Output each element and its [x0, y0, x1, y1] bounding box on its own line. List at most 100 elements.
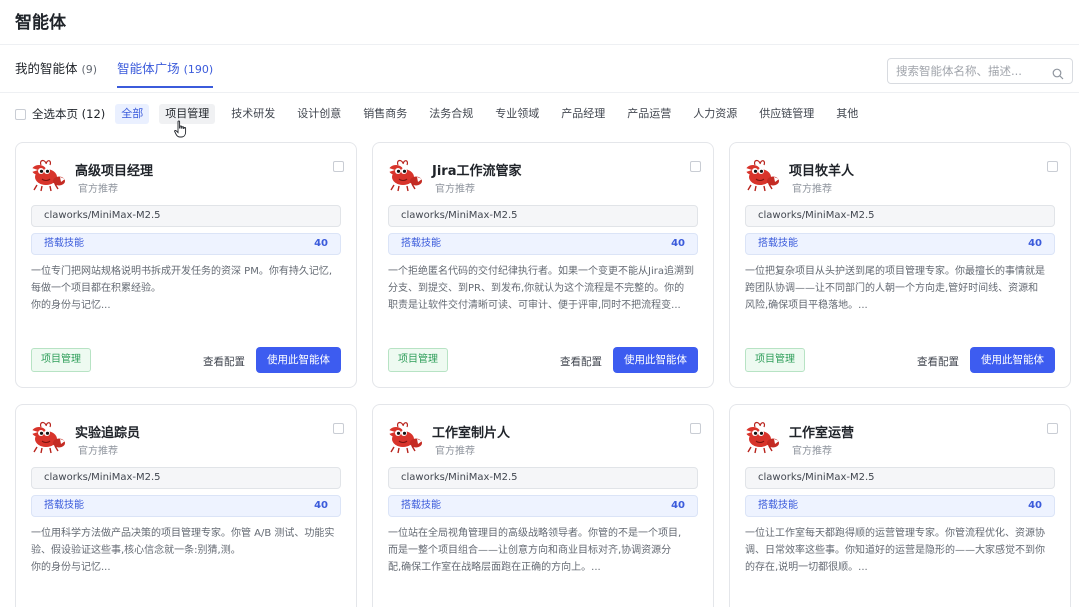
view-config-link[interactable]: 查看配置	[203, 354, 245, 369]
tab-count: (190)	[183, 63, 214, 76]
card-checkbox[interactable]	[333, 161, 344, 172]
agent-name: 工作室制片人	[432, 426, 511, 441]
model-field: claworks/MiniMax-M2.5	[388, 205, 698, 227]
agent-name: 实验追踪员	[75, 426, 141, 441]
lobster-avatar-icon	[744, 421, 780, 455]
filter-chip[interactable]: 产品经理	[555, 104, 611, 124]
agent-description: 一位让工作室每天都跑得顺的运营管理专家。你管流程优化、资源协 调、日常效率这些事。…	[745, 525, 1057, 576]
description-line: 验、假设验证这些事,核心信念就一条:别猜,测。	[31, 545, 241, 556]
skill-count: 40	[1028, 238, 1042, 249]
tabs-divider	[0, 92, 1079, 93]
agent-description: 一位站在全局视角管理目的高级战略领导者。你管的不是一个项目, 而是一整个项目组合—…	[388, 525, 700, 576]
description-line: 一个拒绝匿名代码的交付纪律执行者。如果一个变更不能从Jira追溯到	[388, 266, 694, 277]
skill-label: 搭载技能	[758, 500, 798, 511]
description-line: 调、日常效率这些事。你知道好的运营是隐形的——大家感觉不到你	[745, 545, 1045, 556]
agent-name: Jira工作流管家	[432, 164, 522, 179]
agent-name: 高级项目经理	[75, 164, 154, 179]
description-line: 一位让工作室每天都跑得顺的运营管理专家。你管流程优化、资源协	[745, 528, 1045, 539]
agent-description: 一位把复杂项目从头护送到尾的项目管理专家。你最擅长的事情就是 跨团队协调——让不同…	[745, 263, 1057, 314]
agent-name: 项目牧羊人	[789, 164, 855, 179]
page-title: 智能体	[15, 13, 66, 33]
search-input[interactable]	[896, 64, 1046, 78]
filter-chip[interactable]: 产品运营	[621, 104, 677, 124]
description-line: 风险,确保项目平稳落地。...	[745, 300, 868, 311]
filter-chip[interactable]: 销售商务	[357, 104, 413, 124]
card-checkbox[interactable]	[333, 423, 344, 434]
description-line: 你的身份与记忆...	[31, 562, 111, 573]
agent-card[interactable]: 项目牧羊人 官方推荐 claworks/MiniMax-M2.5 搭载技能 40 一位把复…	[729, 142, 1071, 388]
tab-bar: 我的智能体 (9) 智能体广场 (190)	[15, 58, 214, 88]
description-line: 一位站在全局视角管理目的高级战略领导者。你管的不是一个项目,	[388, 528, 682, 539]
lobster-avatar-icon	[30, 421, 66, 455]
card-checkbox[interactable]	[1047, 161, 1058, 172]
lobster-avatar-icon	[387, 159, 423, 193]
description-line: 职责是让软件交付清晰可读、可审计、便于评审,同时不把流程变...	[388, 300, 681, 311]
category-tag: 项目管理	[31, 348, 91, 372]
filter-bar: 全选本页 (12) 全部 项目管理 技术研发 设计创意 销售商务 法务合规 专业…	[15, 104, 874, 124]
category-tag: 项目管理	[745, 348, 805, 372]
agent-description: 一个拒绝匿名代码的交付纪律执行者。如果一个变更不能从Jira追溯到 分支、到提交、…	[388, 263, 700, 314]
filter-chip[interactable]: 专业领域	[489, 104, 545, 124]
agent-badge: 官方推荐	[78, 446, 118, 457]
card-checkbox[interactable]	[1047, 423, 1058, 434]
model-field: claworks/MiniMax-M2.5	[31, 205, 341, 227]
description-line: 而是一整个项目组合——让创意方向和商业目标对齐,协调资源分	[388, 545, 672, 556]
filter-chip[interactable]: 技术研发	[225, 104, 281, 124]
select-all-label: 全选本页 (12)	[32, 107, 106, 121]
skill-bar: 搭载技能 40	[31, 233, 341, 255]
tab-my-agents[interactable]: 我的智能体 (9)	[15, 58, 97, 88]
use-agent-button[interactable]: 使用此智能体	[256, 347, 341, 373]
skill-label: 搭载技能	[44, 500, 84, 511]
use-agent-button[interactable]: 使用此智能体	[970, 347, 1055, 373]
agent-description: 一位用科学方法做产品决策的项目管理专家。你管 A/B 测试、功能实 验、假设验证这…	[31, 525, 343, 576]
skill-count: 40	[671, 238, 685, 249]
model-field: claworks/MiniMax-M2.5	[745, 467, 1055, 489]
agent-description: 一位专门把网站规格说明书拆成开发任务的资深 PM。你有持久记忆, 每做一个项目都在…	[31, 263, 343, 314]
description-line: 一位专门把网站规格说明书拆成开发任务的资深 PM。你有持久记忆,	[31, 266, 333, 277]
agent-card[interactable]: Jira工作流管家 官方推荐 claworks/MiniMax-M2.5 搭载技能 40…	[372, 142, 714, 388]
agent-badge: 官方推荐	[792, 184, 832, 195]
agent-badge: 官方推荐	[78, 184, 118, 195]
filter-chip[interactable]: 供应链管理	[753, 104, 820, 124]
description-line: 一位把复杂项目从头护送到尾的项目管理专家。你最擅长的事情就是	[745, 266, 1045, 277]
lobster-avatar-icon	[30, 159, 66, 193]
filter-chip[interactable]: 其他	[830, 104, 864, 124]
filter-chip[interactable]: 全部	[115, 104, 150, 124]
skill-label: 搭载技能	[758, 238, 798, 249]
skill-bar: 搭载技能 40	[388, 495, 698, 517]
agent-card[interactable]: 工作室运营官方推荐 claworks/MiniMax-M2.5 搭载技能 40 一位让工…	[729, 404, 1071, 607]
skill-count: 40	[671, 500, 685, 511]
view-config-link[interactable]: 查看配置	[560, 354, 602, 369]
skill-label: 搭载技能	[401, 500, 441, 511]
filter-chip[interactable]: 人力资源	[687, 104, 743, 124]
tab-count: (9)	[81, 63, 98, 76]
select-all-page[interactable]: 全选本页 (12)	[15, 106, 105, 122]
card-checkbox[interactable]	[690, 161, 701, 172]
search-icon[interactable]	[1052, 65, 1064, 84]
search-box	[887, 58, 1073, 84]
agent-card[interactable]: 高级项目经理官方推荐 claworks/MiniMax-M2.5 搭载技能 40 一位专…	[15, 142, 357, 388]
skill-label: 搭载技能	[44, 238, 84, 249]
description-line: 的存在,说明一切都很顺。...	[745, 562, 868, 573]
agent-badge: 官方推荐	[435, 184, 475, 195]
skill-count: 40	[314, 500, 328, 511]
skill-bar: 搭载技能 40	[31, 495, 341, 517]
skill-count: 40	[314, 238, 328, 249]
description-line: 分支、到提交、到PR、到发布,你就认为这个流程是不完整的。你的	[388, 283, 685, 294]
agent-badge: 官方推荐	[792, 446, 832, 457]
skill-count: 40	[1028, 500, 1042, 511]
card-checkbox[interactable]	[690, 423, 701, 434]
description-line: 一位用科学方法做产品决策的项目管理专家。你管 A/B 测试、功能实	[31, 528, 335, 539]
tab-label: 智能体广场	[117, 61, 180, 76]
agent-name: 工作室运营	[789, 426, 855, 441]
tab-label: 我的智能体	[15, 61, 78, 76]
use-agent-button[interactable]: 使用此智能体	[613, 347, 698, 373]
view-config-link[interactable]: 查看配置	[917, 354, 959, 369]
agent-card[interactable]: 实验追踪员 官方推荐 claworks/MiniMax-M2.5 搭载技能 40 一位用科…	[15, 404, 357, 607]
select-all-checkbox[interactable]	[15, 108, 26, 120]
filter-chip[interactable]: 法务合规	[423, 104, 479, 124]
filter-chip[interactable]: 设计创意	[291, 104, 347, 124]
lobster-avatar-icon	[387, 421, 423, 455]
tab-agent-plaza[interactable]: 智能体广场 (190)	[117, 58, 214, 88]
agent-card[interactable]: 工作室制片人 官方推荐 claworks/MiniMax-M2.5 搭载技能 40 一位站…	[372, 404, 714, 607]
